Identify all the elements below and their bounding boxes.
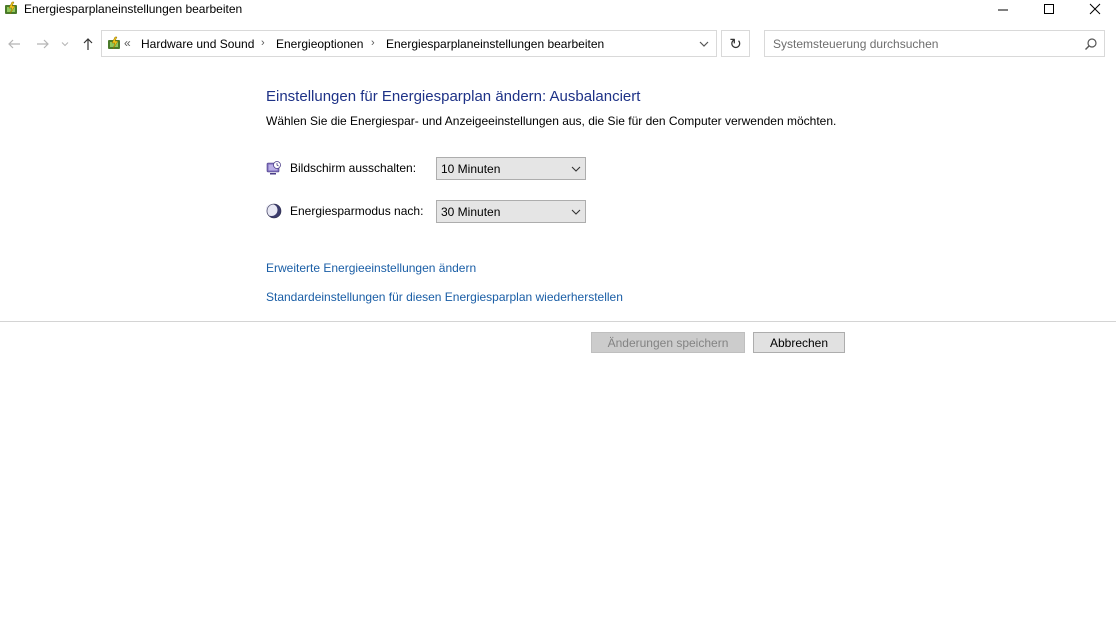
chevron-down-icon bbox=[571, 209, 581, 215]
address-bar[interactable]: « Hardware und Sound › Energieoptionen ›… bbox=[101, 30, 717, 57]
page-title: Einstellungen für Energiesparplan ändern… bbox=[266, 88, 641, 105]
power-options-icon bbox=[3, 1, 19, 17]
arrow-up-icon bbox=[83, 38, 93, 50]
display-off-select[interactable]: 10 Minuten bbox=[436, 157, 586, 180]
page-description: Wählen Sie die Energiespar- und Anzeigee… bbox=[266, 114, 837, 128]
display-off-label: Bildschirm ausschalten: bbox=[290, 161, 417, 175]
title-bar: Energiesparplaneinstellungen bearbeiten bbox=[0, 0, 1116, 18]
forward-button[interactable] bbox=[33, 34, 53, 54]
search-icon bbox=[1085, 38, 1097, 50]
window-title: Energiesparplaneinstellungen bearbeiten bbox=[24, 2, 243, 16]
sleep-value: 30 Minuten bbox=[441, 205, 501, 219]
search-input[interactable]: Systemsteuerung durchsuchen bbox=[764, 30, 1105, 57]
breadcrumb-current[interactable]: Energiesparplaneinstellungen bearbeiten bbox=[386, 37, 604, 51]
refresh-icon: ↻ bbox=[729, 35, 742, 53]
cancel-button[interactable]: Abbrechen bbox=[753, 332, 845, 353]
back-button[interactable] bbox=[4, 34, 24, 54]
breadcrumb-separator[interactable]: › bbox=[261, 37, 265, 49]
restore-defaults-link[interactable]: Standardeinstellungen für diesen Energie… bbox=[266, 290, 623, 304]
divider bbox=[0, 321, 1116, 322]
sleep-label: Energiesparmodus nach: bbox=[290, 204, 424, 218]
search-placeholder: Systemsteuerung durchsuchen bbox=[773, 37, 939, 51]
recent-locations-button[interactable] bbox=[58, 34, 72, 54]
chevron-down-icon bbox=[61, 42, 69, 47]
arrow-right-icon bbox=[37, 39, 49, 49]
breadcrumb-separator[interactable]: › bbox=[371, 37, 375, 49]
advanced-settings-link[interactable]: Erweiterte Energieeinstellungen ändern bbox=[266, 261, 476, 275]
chevron-down-icon bbox=[699, 41, 709, 47]
display-off-value: 10 Minuten bbox=[441, 162, 501, 176]
sleep-select[interactable]: 30 Minuten bbox=[436, 200, 586, 223]
close-button[interactable] bbox=[1072, 0, 1116, 18]
display-off-icon bbox=[266, 160, 282, 176]
breadcrumb-overflow[interactable]: « bbox=[124, 36, 131, 50]
save-button[interactable]: Änderungen speichern bbox=[591, 332, 745, 353]
control-panel-icon bbox=[106, 36, 122, 52]
sleep-moon-icon bbox=[265, 203, 282, 219]
chevron-down-icon bbox=[571, 166, 581, 172]
up-button[interactable] bbox=[78, 34, 98, 54]
close-icon bbox=[1089, 3, 1101, 15]
maximize-button[interactable] bbox=[1026, 0, 1072, 18]
minimize-button[interactable] bbox=[980, 0, 1026, 18]
address-history-button[interactable] bbox=[696, 36, 712, 52]
refresh-button[interactable]: ↻ bbox=[721, 30, 750, 57]
breadcrumb-energieoptionen[interactable]: Energieoptionen bbox=[276, 37, 363, 51]
breadcrumb-hardware-sound[interactable]: Hardware und Sound bbox=[141, 37, 254, 51]
arrow-left-icon bbox=[8, 39, 20, 49]
maximize-icon bbox=[1044, 4, 1054, 14]
minimize-icon bbox=[998, 9, 1008, 11]
